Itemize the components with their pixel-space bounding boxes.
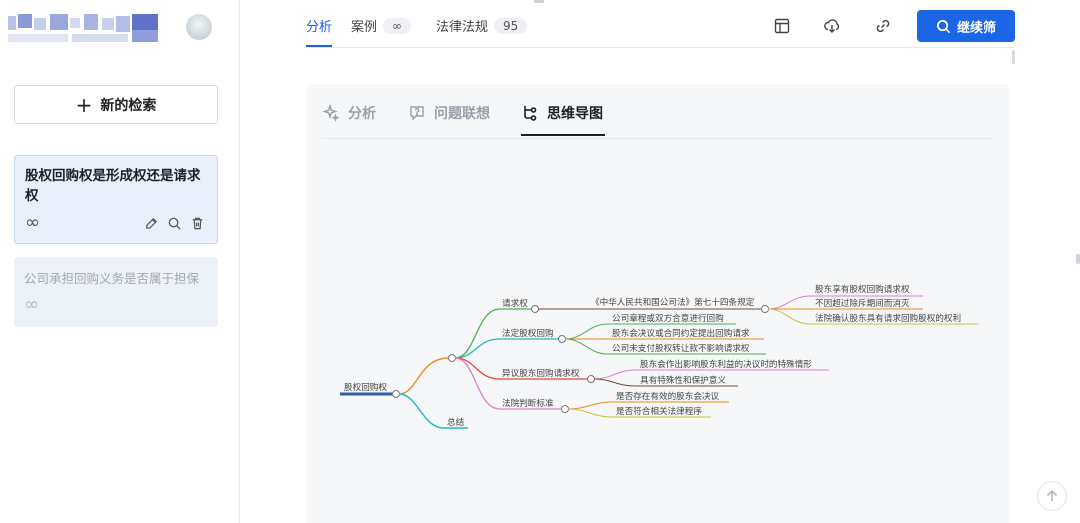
plus-icon: + [75,92,93,117]
mindmap-node: 《中华人民共和国公司法》第七十四条规定 [591,296,755,308]
blurred-logo [8,12,160,44]
history-item[interactable]: 公司承担回购义务是否属于担保 ∞ [14,257,218,327]
tab-label: 法律法规 [436,20,489,35]
edit-icon[interactable] [144,216,159,231]
mindmap-leaf: 股东会决议或合同约定提出回购请求 [612,327,750,339]
mindmap-leaf: 公司章程或双方合意进行回购 [612,312,724,324]
continue-filter-label: 继续筛 [956,20,996,36]
count-badge: 95 [494,17,528,34]
tab-laws[interactable]: 法律法规 95 [436,16,528,35]
link-icon[interactable] [874,17,892,35]
mindmap-leaf: 不因超过除斥期间而消灭 [815,297,910,309]
mindmap[interactable]: 股权回购权 总结 请求权 法定股权回购 异议股东回购请求权 法院判断标准 《中华 [306,84,1010,523]
arrow-up-icon [1046,489,1058,501]
mindmap-node: 请求权 [502,297,528,309]
mindmap-leaf: 具有特殊性和保护意义 [640,374,726,386]
mindmap-leaf: 股东享有股权回购请求权 [815,283,910,295]
app-window: + 新的检索 股权回购权是形成权还是请求权 ∞ 公司承担回购义务是否属于担保 ∞… [0,0,1080,523]
result-tabs-bar: 分析 案例 ∞ 法律法规 95 [306,0,1014,48]
brand-logo [8,12,160,44]
history-item-title: 公司承担回购义务是否属于担保 [24,271,200,286]
trash-icon[interactable] [190,216,205,231]
mindmap-node: 法院判断标准 [502,397,554,409]
scrollbar-thumb[interactable] [1012,50,1015,64]
infinity-icon: ∞ [25,212,40,233]
new-search-button[interactable]: + 新的检索 [14,85,218,124]
history-item-title: 股权回购权是形成权还是请求权 [25,168,201,204]
history-item-active[interactable]: 股权回购权是形成权还是请求权 ∞ [14,155,218,244]
mindmap-node: 法定股权回购 [502,327,554,339]
analysis-panel: 分析 问题联想 思维导图 股权回购权 总结 请求权 法定股权回购 异议股东回购请… [306,84,1010,523]
back-to-top-button[interactable] [1037,481,1067,511]
search-icon [937,19,951,33]
tab-label: 分析 [306,20,333,35]
count-badge: ∞ [383,17,412,34]
mindmap-root: 股权回购权 [344,381,387,393]
mindmap-node: 异议股东回购请求权 [502,367,580,379]
mindmap-leaf: 是否存在有效的股东会决议 [616,390,720,402]
side-handle[interactable] [1076,254,1080,264]
avatar[interactable] [186,14,212,40]
mindmap-leaf: 法院确认股东具有请求回购股权的权利 [815,312,961,324]
continue-filter-button[interactable]: 继续筛 [917,10,1015,42]
mindmap-leaf: 是否符合相关法律程序 [616,405,702,417]
new-search-label: 新的检索 [100,97,157,114]
tab-label: 案例 [351,20,378,35]
infinity-icon: ∞ [24,294,39,315]
mindmap-node-summary: 总结 [447,416,465,428]
history-item-actions [144,216,205,231]
mindmap-leaf: 股东会作出影响股东利益的决议时的特殊情形 [640,358,812,370]
search-icon[interactable] [167,216,182,231]
layout-icon[interactable] [773,17,791,35]
mindmap-leaf: 公司未支付股权转让款不影响请求权 [612,342,750,354]
download-icon[interactable] [823,17,841,35]
tab-cases[interactable]: 案例 ∞ [351,16,412,35]
tab-analysis[interactable]: 分析 [306,16,333,47]
sidebar: + 新的检索 股权回购权是形成权还是请求权 ∞ 公司承担回购义务是否属于担保 ∞ [0,0,240,523]
